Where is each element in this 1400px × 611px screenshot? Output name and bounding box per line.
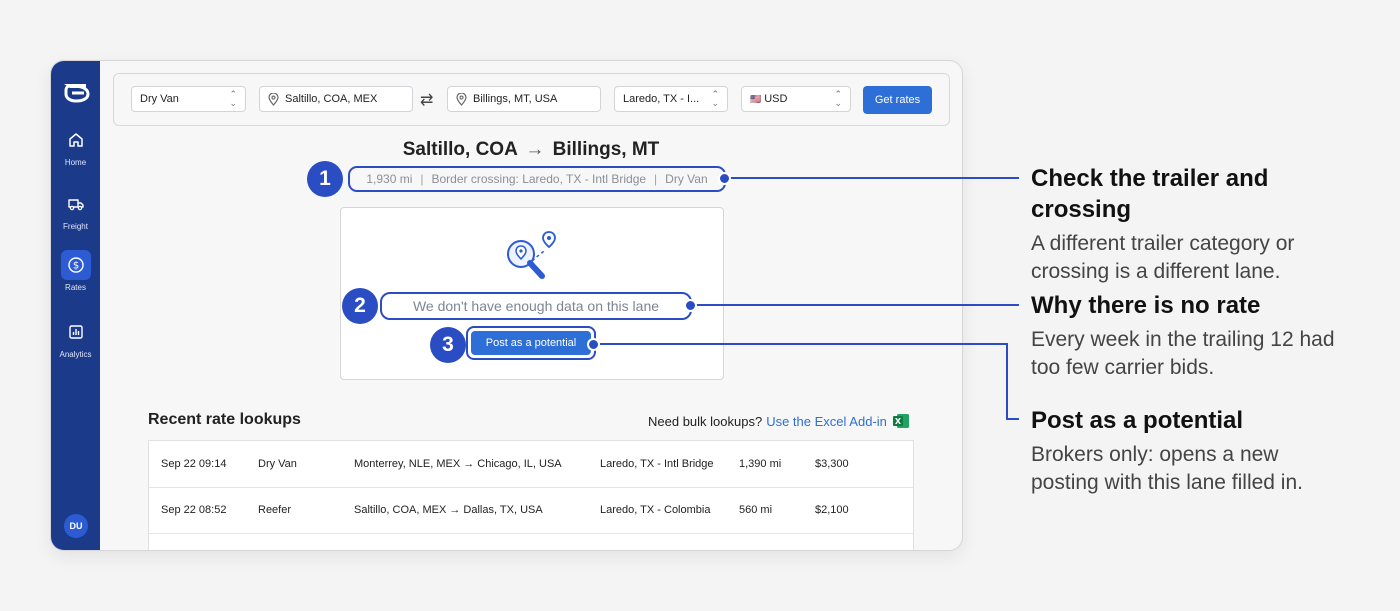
- table-row[interactable]: Sep 22 08:52 Reefer Saltillo, COA, MEX →…: [149, 487, 913, 534]
- callout-dot-2: [684, 299, 697, 312]
- select-arrows-icon: ⌃ ⌄: [229, 89, 237, 108]
- cell-rate: $3,300: [815, 458, 849, 470]
- lane-summary: 1,930 mi | Border crossing: Laredo, TX -…: [348, 166, 726, 192]
- cell-equipment: Reefer: [258, 504, 292, 516]
- rate-search-toolbar: Dry Van ⌃ ⌄ Saltillo, COA, MEX ⇄ Billings…: [113, 73, 950, 126]
- sidebar-item-label: Analytics: [59, 350, 92, 359]
- sidebar-item-label: Home: [64, 158, 87, 167]
- callout-dot-1: [718, 172, 731, 185]
- currency-select[interactable]: 🇺🇸 USD ⌃ ⌄: [741, 86, 851, 112]
- get-rates-button[interactable]: Get rates: [863, 86, 932, 114]
- equipment-select[interactable]: Dry Van ⌃ ⌄: [131, 86, 246, 112]
- map-search-icon: [501, 226, 565, 295]
- callout-dot-3: [587, 338, 600, 351]
- divider: |: [420, 172, 424, 186]
- destination-input[interactable]: Billings, MT, USA: [447, 86, 601, 112]
- select-arrows-icon: ⌃ ⌄: [711, 89, 719, 108]
- callout-title-2: Why there is no rate: [1031, 292, 1261, 319]
- callout-line-2: [690, 304, 1019, 306]
- post-potential-highlight: Post as a potential: [466, 326, 596, 360]
- cell-crossing: Laredo, TX - Intl Bridge: [600, 458, 714, 470]
- origin-input[interactable]: Saltillo, COA, MEX: [259, 86, 413, 112]
- route-title: Saltillo, COA → Billings, MT: [402, 139, 660, 160]
- callout-title-1: Check the trailer and crossing: [1031, 165, 1269, 223]
- avatar[interactable]: DU: [64, 514, 88, 538]
- sidebar-item-label: Rates: [65, 283, 86, 292]
- callout-title-3: Post as a potential: [1031, 407, 1244, 434]
- cell-lane: Saltillo, COA, MEX → Dallas, TX, USA: [354, 504, 543, 516]
- dollar-icon: $: [60, 250, 91, 280]
- excel-icon[interactable]: X: [892, 413, 910, 429]
- truck-icon: [61, 189, 91, 219]
- cell-distance: 1,390 mi: [739, 458, 782, 470]
- lane-distance: 1,930 mi: [366, 172, 413, 186]
- bulk-lookups: Need bulk lookups? Use the Excel Add-in …: [648, 413, 910, 429]
- table-row[interactable]: [149, 533, 913, 550]
- callout-desc-1: A different trailer category or crossing…: [1031, 232, 1295, 283]
- no-data-message: We don't have enough data on this lane: [380, 292, 692, 320]
- select-arrows-icon: ⌃ ⌄: [834, 89, 842, 108]
- callout-desc-3: Brokers only: opens a new posting with t…: [1031, 443, 1303, 494]
- svg-text:X: X: [895, 417, 902, 426]
- home-icon: [61, 125, 91, 155]
- cell-crossing: Laredo, TX - Colombia: [600, 504, 711, 516]
- cell-equipment: Dry Van: [258, 458, 297, 470]
- sidebar-item-label: Freight: [63, 222, 88, 231]
- cell-time: Sep 22 09:14: [161, 458, 227, 470]
- callout-line-3c: [1006, 418, 1019, 420]
- cell-lane: Monterrey, NLE, MEX → Chicago, IL, USA: [354, 458, 562, 470]
- chart-icon: [61, 317, 91, 347]
- callout-marker-3: 3: [430, 327, 466, 363]
- callout-desc-2: Every week in the trailing 12 had too fe…: [1031, 328, 1335, 379]
- callout-line-3b: [1006, 343, 1008, 420]
- crossing-select[interactable]: Laredo, TX - I... ⌃ ⌄: [614, 86, 728, 112]
- sidebar-item-analytics[interactable]: Analytics: [51, 317, 100, 359]
- callout-line-1: [724, 177, 1019, 179]
- callout-marker-2: 2: [342, 288, 378, 324]
- location-pin-icon: [268, 92, 279, 106]
- cell-time: Sep 22 08:52: [161, 504, 227, 516]
- cell-rate: $2,100: [815, 504, 849, 516]
- lane-crossing: Border crossing: Laredo, TX - Intl Bridg…: [431, 172, 647, 186]
- sidebar-item-freight[interactable]: Freight: [51, 189, 100, 231]
- recent-lookups-table: Sep 22 09:14 Dry Van Monterrey, NLE, MEX…: [148, 440, 914, 550]
- route-arrow: →: [525, 139, 545, 160]
- sidebar-item-home[interactable]: Home: [51, 125, 100, 167]
- svg-text:$: $: [72, 261, 78, 272]
- app-logo[interactable]: [60, 76, 92, 108]
- cell-distance: 560 mi: [739, 504, 773, 516]
- post-potential-button[interactable]: Post as a potential: [471, 331, 591, 355]
- callout-line-3a: [593, 343, 1007, 345]
- lane-equipment: Dry Van: [665, 172, 708, 186]
- swap-locations-icon[interactable]: ⇄: [420, 90, 433, 110]
- excel-addin-link[interactable]: Use the Excel Add-in: [766, 414, 887, 429]
- callout-marker-1: 1: [307, 161, 343, 197]
- recent-lookups-title: Recent rate lookups: [148, 411, 301, 428]
- location-pin-icon: [456, 92, 467, 106]
- us-flag-icon: 🇺🇸: [750, 93, 762, 104]
- divider: |: [654, 172, 658, 186]
- sidebar: Home Freight $ Rates Analytics DU: [51, 61, 100, 550]
- sidebar-item-rates[interactable]: $ Rates: [51, 250, 100, 292]
- table-row[interactable]: Sep 22 09:14 Dry Van Monterrey, NLE, MEX…: [149, 441, 913, 488]
